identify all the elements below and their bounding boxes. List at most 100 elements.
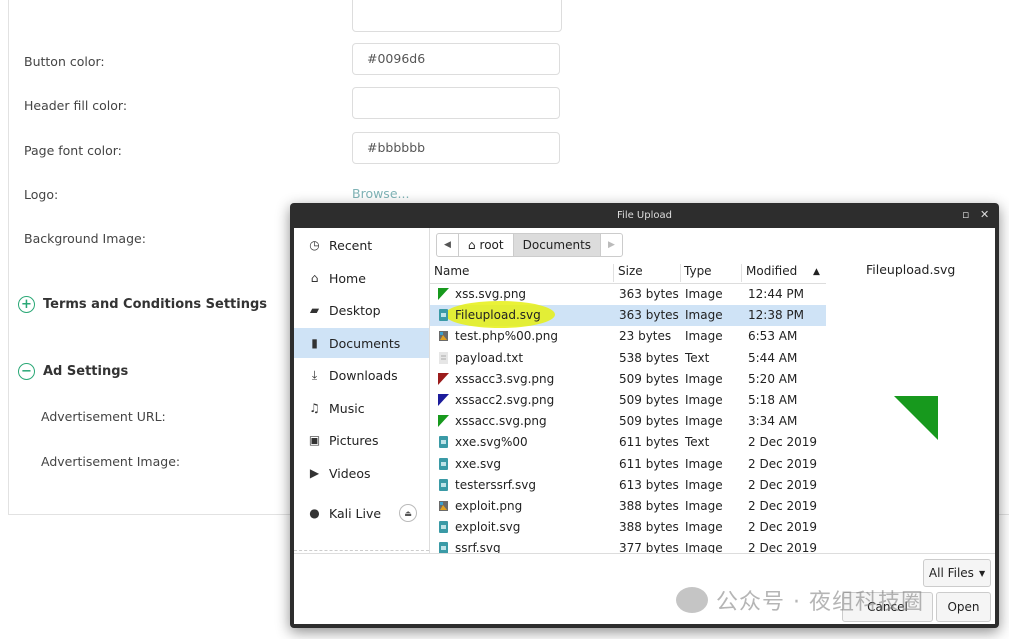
file-name: payload.txt bbox=[455, 350, 524, 365]
file-type: Image bbox=[685, 393, 723, 407]
file-size: 377 bytes bbox=[619, 541, 679, 553]
page-font-color-input[interactable]: #bbbbbb bbox=[352, 132, 560, 164]
watermark: 公众号 · 夜组科技圈 bbox=[676, 584, 924, 616]
home-icon: ⌂ bbox=[467, 238, 476, 252]
file-type: Text bbox=[685, 350, 710, 365]
file-row[interactable]: xssacc2.svg.png 509 bytes Image 5:18 AM bbox=[430, 390, 826, 411]
logo-browse-link[interactable]: Browse... bbox=[352, 186, 409, 201]
path-root-button[interactable]: ⌂ root bbox=[459, 234, 514, 256]
file-modified: 2 Dec 2019 bbox=[748, 435, 818, 450]
place-label: Videos bbox=[329, 465, 371, 481]
file-row[interactable]: testerssrf.svg 613 bytes Image 2 Dec 2019 bbox=[430, 475, 826, 496]
file-filter-dropdown[interactable]: All Files ▼ bbox=[923, 559, 991, 587]
ad-section-title: Ad Settings bbox=[43, 364, 129, 379]
collapse-minus-icon: − bbox=[18, 363, 35, 380]
column-modified[interactable]: Modified bbox=[746, 264, 797, 278]
file-row[interactable]: ssrf.svg 377 bytes Image 2 Dec 2019 bbox=[430, 538, 826, 553]
file-name: xxe.svg bbox=[455, 456, 502, 471]
place-home[interactable]: ⌂ Home bbox=[294, 263, 429, 293]
desktop-icon: ▰ bbox=[309, 303, 320, 317]
open-button[interactable]: Open bbox=[936, 592, 991, 622]
clock-icon: ◷ bbox=[309, 238, 320, 252]
file-size: 509 bytes bbox=[619, 393, 679, 407]
file-modified: 12:38 PM bbox=[748, 308, 804, 323]
ad-image-label: Advertisement Image: bbox=[41, 454, 181, 469]
place-recent[interactable]: ◷ Recent bbox=[294, 230, 429, 260]
file-type: Image bbox=[685, 308, 723, 323]
column-type[interactable]: Type bbox=[684, 264, 712, 278]
logo-label: Logo: bbox=[24, 187, 59, 202]
file-row[interactable]: xxe.svg%00 611 bytes Text 2 Dec 2019 bbox=[430, 432, 826, 453]
file-name: ssrf.svg bbox=[455, 541, 501, 553]
folder-icon: ▮ bbox=[311, 336, 318, 350]
file-modified: 12:44 PM bbox=[748, 287, 804, 301]
place-downloads[interactable]: ⤓ Downloads bbox=[294, 360, 429, 390]
file-modified: 6:53 AM bbox=[748, 329, 798, 344]
file-size: 363 bytes bbox=[619, 308, 679, 323]
file-row[interactable]: test.php%00.png 23 bytes Image 6:53 AM bbox=[430, 326, 826, 347]
sort-ascending-icon[interactable]: ▲ bbox=[813, 267, 820, 277]
image-green-icon bbox=[430, 284, 450, 305]
file-size: 611 bytes bbox=[619, 435, 679, 450]
place-documents[interactable]: ▮ Documents bbox=[294, 328, 429, 358]
terms-section-header[interactable]: + Terms and Conditions Settings bbox=[18, 296, 267, 313]
column-name[interactable]: Name bbox=[434, 264, 469, 278]
ad-section-header[interactable]: − Ad Settings bbox=[18, 363, 128, 380]
path-forward-icon[interactable]: ▶ bbox=[601, 234, 622, 256]
column-separator bbox=[613, 264, 614, 282]
file-row[interactable]: xssacc.svg.png 509 bytes Image 3:34 AM bbox=[430, 411, 826, 432]
path-back-icon[interactable]: ◀ bbox=[437, 234, 459, 256]
dropdown-arrow-icon: ▼ bbox=[978, 568, 986, 578]
places-sidebar: ◷ Recent ⌂ Home ▰ Desktop ▮ Documents ⤓ Downl… bbox=[294, 228, 430, 553]
column-size[interactable]: Size bbox=[618, 264, 643, 278]
place-pictures[interactable]: ▣ Pictures bbox=[294, 425, 429, 455]
file-name: exploit.png bbox=[455, 499, 523, 513]
expand-plus-icon: + bbox=[18, 296, 35, 313]
video-icon: ▶ bbox=[309, 466, 320, 480]
svg-file-icon bbox=[430, 454, 450, 475]
file-size: 363 bytes bbox=[619, 287, 679, 301]
top-color-input[interactable] bbox=[352, 0, 562, 32]
path-bar: ◀ ⌂ root Documents ▶ bbox=[436, 233, 623, 257]
dialog-titlebar[interactable]: File Upload ▫ ✕ bbox=[290, 203, 999, 228]
file-filter-label: All Files bbox=[928, 566, 974, 580]
file-row[interactable]: exploit.png 388 bytes Image 2 Dec 2019 bbox=[430, 496, 826, 517]
file-row[interactable]: xssacc3.svg.png 509 bytes Image 5:20 AM bbox=[430, 369, 826, 390]
column-separator bbox=[680, 264, 681, 282]
file-size: 538 bytes bbox=[619, 350, 679, 365]
watermark-text: 公众号 · 夜组科技圈 bbox=[716, 590, 924, 615]
file-modified: 5:18 AM bbox=[748, 393, 798, 407]
file-row[interactable]: Fileupload.svg 363 bytes Image 12:38 PM bbox=[430, 301, 826, 329]
file-size: 611 bytes bbox=[619, 456, 679, 471]
file-name: testerssrf.svg bbox=[455, 477, 536, 492]
maximize-icon[interactable]: ▫ bbox=[962, 208, 969, 221]
place-label: Pictures bbox=[329, 432, 379, 448]
svg-file-icon bbox=[430, 517, 450, 538]
place-label: Downloads bbox=[329, 367, 398, 383]
header-fill-color-input[interactable] bbox=[352, 87, 560, 119]
file-name: xss.svg.png bbox=[455, 287, 527, 301]
close-icon[interactable]: ✕ bbox=[980, 208, 989, 221]
place-music[interactable]: ♫ Music bbox=[294, 393, 429, 423]
svg-file-icon bbox=[430, 475, 450, 496]
place-videos[interactable]: ▶ Videos bbox=[294, 458, 429, 488]
dialog-body: ◷ Recent ⌂ Home ▰ Desktop ▮ Documents ⤓ Downl… bbox=[294, 228, 995, 624]
file-size: 509 bytes bbox=[619, 414, 679, 429]
file-name: xssacc2.svg.png bbox=[455, 393, 555, 407]
text-file-icon bbox=[430, 348, 450, 369]
file-row[interactable]: payload.txt 538 bytes Text 5:44 AM bbox=[430, 348, 826, 369]
file-row[interactable]: exploit.svg 388 bytes Image 2 Dec 2019 bbox=[430, 517, 826, 538]
file-modified: 2 Dec 2019 bbox=[748, 456, 818, 471]
place-desktop[interactable]: ▰ Desktop bbox=[294, 295, 429, 325]
button-color-input[interactable]: #0096d6 bbox=[352, 43, 560, 75]
place-kali-live[interactable]: ● Kali Live ⏏ bbox=[294, 498, 429, 528]
file-name: test.php%00.png bbox=[455, 329, 559, 344]
file-type: Image bbox=[685, 541, 723, 553]
file-row[interactable]: xxe.svg 611 bytes Image 2 Dec 2019 bbox=[430, 454, 826, 475]
file-modified: 2 Dec 2019 bbox=[748, 499, 818, 513]
file-modified: 2 Dec 2019 bbox=[748, 520, 818, 535]
file-size: 23 bytes bbox=[619, 329, 672, 344]
eject-icon[interactable]: ⏏ bbox=[399, 504, 417, 522]
column-separator bbox=[741, 264, 742, 282]
path-documents-button[interactable]: Documents bbox=[513, 234, 602, 256]
